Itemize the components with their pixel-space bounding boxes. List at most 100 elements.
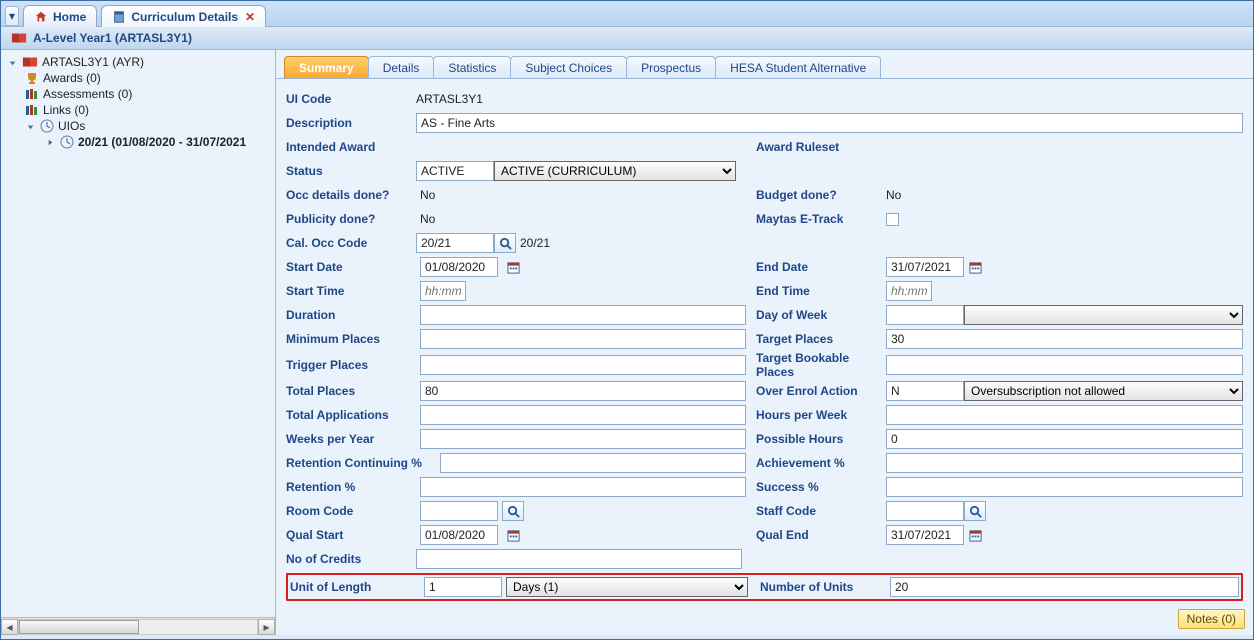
- start-time-input[interactable]: [420, 281, 466, 301]
- label-end-time: End Time: [756, 284, 886, 298]
- clock-icon: [60, 135, 74, 149]
- expand-icon[interactable]: [45, 137, 56, 148]
- unit-of-length-code-input[interactable]: [424, 577, 502, 597]
- tab-curriculum-label: Curriculum Details: [131, 10, 238, 24]
- room-code-input[interactable]: [420, 501, 498, 521]
- curriculum-tree[interactable]: ARTASL3Y1 (AYR) Awards (0) Assessments (…: [1, 50, 275, 617]
- tab-summary[interactable]: Summary: [284, 56, 369, 78]
- tab-home[interactable]: Home: [23, 5, 97, 27]
- tab-statistics-label: Statistics: [448, 61, 496, 75]
- tree-assessments[interactable]: Assessments (0): [3, 86, 273, 102]
- scroll-left-icon[interactable]: ◂: [1, 619, 18, 635]
- label-number-of-units: Number of Units: [760, 580, 890, 594]
- label-retention: Retention %: [286, 480, 416, 494]
- status-code-input[interactable]: [416, 161, 494, 181]
- tab-curriculum-details[interactable]: Curriculum Details ✕: [101, 5, 266, 27]
- calendar-icon[interactable]: [502, 525, 524, 545]
- ret-cont-input[interactable]: [440, 453, 746, 473]
- weeks-per-year-input[interactable]: [420, 429, 746, 449]
- over-enrol-select[interactable]: Oversubscription not allowed: [964, 381, 1243, 401]
- number-of-units-input[interactable]: [890, 577, 1239, 597]
- label-target-places: Target Places: [756, 332, 886, 346]
- label-total-places: Total Places: [286, 384, 416, 398]
- tree-awards[interactable]: Awards (0): [3, 70, 273, 86]
- day-of-week-select[interactable]: [964, 305, 1243, 325]
- label-min-places: Minimum Places: [286, 332, 416, 346]
- over-enrol-code-input[interactable]: [886, 381, 964, 401]
- maytas-checkbox[interactable]: [886, 213, 899, 226]
- tab-home-label: Home: [53, 10, 86, 24]
- calendar-icon[interactable]: [502, 257, 524, 277]
- label-possible-hours: Possible Hours: [756, 432, 886, 446]
- search-icon[interactable]: [494, 233, 516, 253]
- label-trigger-places: Trigger Places: [286, 358, 416, 372]
- tab-bar: ▾ Home Curriculum Details ✕: [1, 1, 1253, 27]
- value-ui-code: ARTASL3Y1: [416, 92, 483, 106]
- tree-awards-label: Awards (0): [43, 71, 101, 85]
- duration-input[interactable]: [420, 305, 746, 325]
- label-over-enrol: Over Enrol Action: [756, 384, 886, 398]
- total-apps-input[interactable]: [420, 405, 746, 425]
- tab-prospectus[interactable]: Prospectus: [626, 56, 716, 78]
- start-date-input[interactable]: [420, 257, 498, 277]
- tree-root[interactable]: ARTASL3Y1 (AYR): [3, 54, 273, 70]
- tab-hesa-label: HESA Student Alternative: [730, 61, 866, 75]
- tree-uios[interactable]: UIOs: [3, 118, 273, 134]
- tab-statistics[interactable]: Statistics: [433, 56, 511, 78]
- end-date-input[interactable]: [886, 257, 964, 277]
- cal-occ-input[interactable]: [416, 233, 494, 253]
- label-total-apps: Total Applications: [286, 408, 416, 422]
- notes-button[interactable]: Notes (0): [1178, 609, 1245, 629]
- label-duration: Duration: [286, 308, 416, 322]
- label-status: Status: [286, 164, 416, 178]
- label-achievement: Achievement %: [756, 456, 886, 470]
- label-qual-end: Qual End: [756, 528, 886, 542]
- scroll-right-icon[interactable]: ▸: [258, 619, 275, 635]
- no-credits-input[interactable]: [416, 549, 742, 569]
- search-icon[interactable]: [964, 501, 986, 521]
- staff-code-input[interactable]: [886, 501, 964, 521]
- end-time-input[interactable]: [886, 281, 932, 301]
- notes-button-label: Notes (0): [1187, 612, 1236, 626]
- target-places-input[interactable]: [886, 329, 1243, 349]
- retention-input[interactable]: [420, 477, 746, 497]
- min-places-input[interactable]: [420, 329, 746, 349]
- day-of-week-code-input[interactable]: [886, 305, 964, 325]
- tab-subject-choices[interactable]: Subject Choices: [510, 56, 627, 78]
- tab-hesa[interactable]: HESA Student Alternative: [715, 56, 881, 78]
- tab-summary-label: Summary: [299, 61, 354, 75]
- tab-subject-choices-label: Subject Choices: [525, 61, 612, 75]
- toolbar-dropdown[interactable]: ▾: [5, 6, 19, 26]
- tree-uio-item[interactable]: 20/21 (01/08/2020 - 31/07/2021: [3, 134, 273, 150]
- description-input[interactable]: [416, 113, 1243, 133]
- qual-start-input[interactable]: [420, 525, 498, 545]
- achievement-input[interactable]: [886, 453, 1243, 473]
- hours-per-week-input[interactable]: [886, 405, 1243, 425]
- summary-form: UI Code ARTASL3Y1 Description Intended A…: [276, 79, 1253, 635]
- qual-end-input[interactable]: [886, 525, 964, 545]
- possible-hours-input[interactable]: [886, 429, 1243, 449]
- calendar-icon[interactable]: [964, 525, 986, 545]
- bookmark-icon: [112, 10, 126, 24]
- status-desc-select[interactable]: ACTIVE (CURRICULUM): [494, 161, 736, 181]
- tab-details[interactable]: Details: [368, 56, 435, 78]
- value-cal-occ-desc: 20/21: [520, 236, 550, 250]
- tree-links[interactable]: Links (0): [3, 102, 273, 118]
- target-bookable-input[interactable]: [886, 355, 1243, 375]
- collapse-icon[interactable]: [25, 121, 36, 132]
- calendar-icon[interactable]: [964, 257, 986, 277]
- scroll-track[interactable]: [18, 619, 258, 635]
- close-icon[interactable]: ✕: [245, 10, 255, 24]
- label-start-date: Start Date: [286, 260, 416, 274]
- success-input[interactable]: [886, 477, 1243, 497]
- search-icon[interactable]: [502, 501, 524, 521]
- unit-of-length-select[interactable]: Days (1): [506, 577, 748, 597]
- trigger-places-input[interactable]: [420, 355, 746, 375]
- total-places-input[interactable]: [420, 381, 746, 401]
- label-hours-per-week: Hours per Week: [756, 408, 886, 422]
- scroll-thumb[interactable]: [19, 620, 139, 634]
- label-occ-details-done: Occ details done?: [286, 188, 416, 202]
- tree-hscrollbar[interactable]: ◂ ▸: [1, 617, 275, 635]
- highlighted-row: Unit of Length Days (1) Number of Units: [286, 573, 1243, 601]
- collapse-icon[interactable]: [7, 57, 18, 68]
